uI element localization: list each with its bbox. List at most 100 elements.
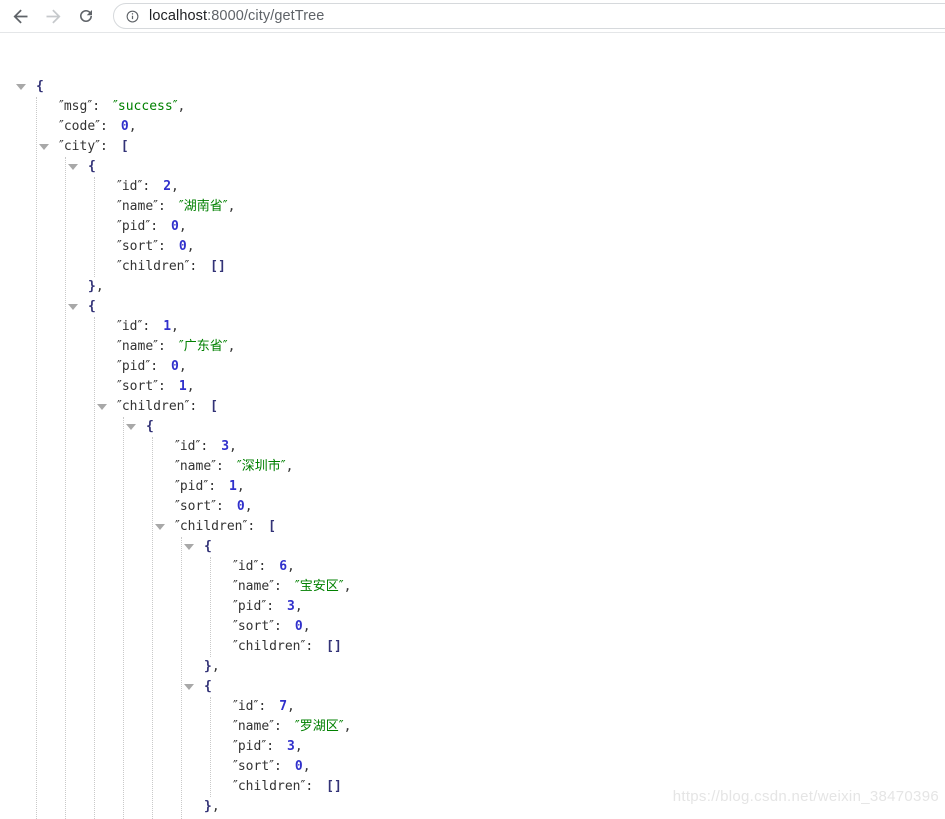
json-key: msg xyxy=(59,99,92,114)
json-line: { xyxy=(182,537,945,557)
json-colon: : xyxy=(208,479,217,494)
json-key: pid xyxy=(233,599,266,614)
triangle-down-icon xyxy=(68,304,78,310)
json-line: pid:1, xyxy=(153,477,945,497)
json-comma: , xyxy=(285,459,294,474)
json-colon: : xyxy=(158,199,166,214)
json-bracket: { xyxy=(88,299,96,314)
json-comma: , xyxy=(171,179,179,194)
collapse-toggle[interactable] xyxy=(95,397,117,417)
json-number-value: 2 xyxy=(163,179,172,194)
json-colon: : xyxy=(274,619,282,634)
json-colon: : xyxy=(274,579,282,594)
json-comma: , xyxy=(343,719,352,734)
json-comma: , xyxy=(227,199,236,214)
collapse-toggle[interactable] xyxy=(14,77,36,97)
json-colon: : xyxy=(274,719,282,734)
json-line: children: [ xyxy=(95,397,945,417)
json-key: name xyxy=(233,579,274,594)
json-bracket: [] xyxy=(326,639,342,654)
json-colon: : xyxy=(216,459,224,474)
json-colon: : xyxy=(305,779,314,794)
collapse-toggle[interactable] xyxy=(182,677,204,697)
json-number-value: 1 xyxy=(163,319,172,334)
json-line: id:2, xyxy=(95,177,945,197)
url-host: localhost xyxy=(149,8,208,24)
json-comma: , xyxy=(178,219,187,234)
json-comma: , xyxy=(227,339,236,354)
collapse-toggle[interactable] xyxy=(182,537,204,557)
indent-group: id:2,name:湖南省,pid:0,sort:0,children:[] xyxy=(94,177,945,277)
collapse-toggle[interactable] xyxy=(124,417,146,437)
json-comma: , xyxy=(287,559,295,574)
json-comma: , xyxy=(177,99,186,114)
json-comma: , xyxy=(287,699,295,714)
json-line: { xyxy=(66,157,945,177)
json-bracket: } xyxy=(204,799,212,814)
json-colon: : xyxy=(266,739,275,754)
triangle-down-icon xyxy=(126,424,136,430)
collapse-toggle[interactable] xyxy=(37,137,59,157)
json-bracket: { xyxy=(88,159,96,174)
refresh-icon xyxy=(80,10,92,22)
json-colon: : xyxy=(189,399,198,414)
forward-button[interactable] xyxy=(41,4,65,28)
json-number-value: 0 xyxy=(294,759,303,774)
json-number-value: 6 xyxy=(279,559,288,574)
json-number-value: 0 xyxy=(171,359,179,374)
json-colon: : xyxy=(150,219,159,234)
url-bar[interactable]: localhost:8000/city/getTree xyxy=(113,3,945,29)
json-key: code xyxy=(59,119,100,134)
json-colon: : xyxy=(247,519,256,534)
json-line: pid:0, xyxy=(95,357,945,377)
json-colon: : xyxy=(200,439,209,454)
json-key: pid xyxy=(233,739,266,754)
triangle-down-icon xyxy=(97,404,107,410)
json-key: sort xyxy=(117,239,158,254)
json-comma: , xyxy=(186,239,195,254)
json-line: id:1, xyxy=(95,317,945,337)
json-comma: , xyxy=(236,479,245,494)
json-tree: {msg:success,code:0,city:[{id:2,name:湖南省… xyxy=(0,33,945,819)
indent-group: {id:6,name:宝安区,pid:3,sort:0,children:[]}… xyxy=(181,537,945,819)
url-text: localhost:8000/city/getTree xyxy=(149,8,324,24)
json-number-value: 3 xyxy=(287,739,295,754)
back-button[interactable] xyxy=(8,4,32,28)
json-comma: , xyxy=(244,499,253,514)
json-number-value: 0 xyxy=(236,499,245,514)
json-line: pid:0, xyxy=(95,217,945,237)
json-bracket: [] xyxy=(326,779,342,794)
json-line: children: [] xyxy=(95,257,945,277)
json-key: sort xyxy=(117,379,158,394)
json-line: name: 广东省, xyxy=(95,337,945,357)
json-line: { xyxy=(14,77,945,97)
json-key: id xyxy=(175,439,200,454)
indent-group: id:3,name:深圳市,pid:1,sort:0,children:[{id… xyxy=(152,437,945,819)
collapse-toggle[interactable] xyxy=(153,517,175,537)
json-string-value: 广东省 xyxy=(179,339,228,354)
json-comma: , xyxy=(302,759,311,774)
triangle-down-icon xyxy=(68,164,78,170)
json-number-value: 7 xyxy=(279,699,288,714)
json-bracket: [ xyxy=(268,519,276,534)
json-colon: : xyxy=(305,639,314,654)
json-number-value: 1 xyxy=(229,479,237,494)
json-number-value: 3 xyxy=(287,599,295,614)
json-line: }, xyxy=(182,657,945,677)
watermark-text: https://blog.csdn.net/weixin_38470396 xyxy=(672,788,939,805)
back-arrow-icon xyxy=(13,9,27,23)
info-icon[interactable] xyxy=(125,9,140,24)
json-colon: : xyxy=(216,499,224,514)
json-line: name: 罗湖区, xyxy=(211,717,945,737)
collapse-toggle[interactable] xyxy=(66,157,88,177)
json-key: sort xyxy=(233,619,274,634)
json-line: pid:3, xyxy=(211,737,945,757)
refresh-button[interactable] xyxy=(74,4,98,28)
json-bracket: [ xyxy=(210,399,218,414)
json-line: code:0, xyxy=(37,117,945,137)
json-colon: : xyxy=(100,139,108,154)
indent-group: id:1,name:广东省,pid:0,sort:1,children:[{id… xyxy=(94,317,945,819)
collapse-toggle[interactable] xyxy=(66,297,88,317)
json-number-value: 0 xyxy=(178,239,187,254)
json-bracket: { xyxy=(204,679,212,694)
